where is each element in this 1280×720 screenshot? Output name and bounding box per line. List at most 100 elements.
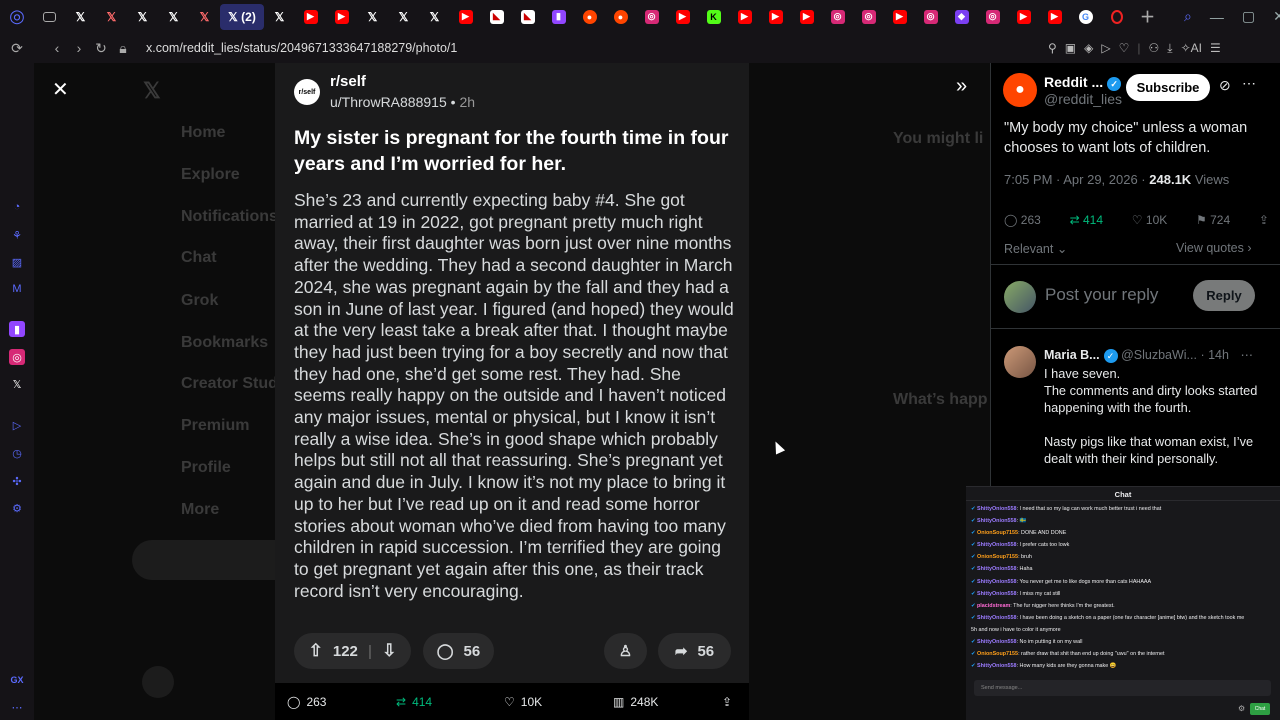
grok-icon[interactable]: ⊘	[1219, 77, 1231, 94]
tab-instagram[interactable]: ◎	[636, 4, 667, 30]
photo-share-button[interactable]: ⇪	[722, 695, 732, 709]
chat-bot-icon[interactable]: ⚘	[9, 227, 25, 243]
shield-icon[interactable]: ◈	[1084, 41, 1093, 55]
chat-username[interactable]: ShittyOnion558	[977, 518, 1017, 524]
tab-app[interactable]: ◆	[946, 4, 977, 30]
chat-username[interactable]: ShittyOnion558	[977, 506, 1017, 512]
tab-instagram[interactable]: ◎	[977, 4, 1008, 30]
subscribe-button[interactable]: Subscribe	[1126, 74, 1210, 101]
chat-username[interactable]: OnionSoup7155	[977, 530, 1018, 536]
tab-x[interactable]: 𝕏	[264, 4, 295, 30]
chat-username[interactable]: placidstream	[977, 603, 1010, 609]
tab-youtube[interactable]: ▶	[326, 4, 357, 30]
history-icon[interactable]: ◷	[9, 445, 25, 461]
chat-username[interactable]: ShittyOnion558	[977, 591, 1017, 597]
reply-input[interactable]: Post your reply	[1045, 285, 1158, 305]
heart-icon[interactable]: ♡	[1119, 41, 1130, 55]
tab-youtube[interactable]: ▶	[667, 4, 698, 30]
reply-submit-button[interactable]: Reply	[1193, 280, 1255, 311]
tab-reddit[interactable]: ●	[605, 4, 636, 30]
collapse-panel-icon[interactable]: »	[956, 75, 967, 98]
tab-youtube[interactable]: ▶	[760, 4, 791, 30]
gx-icon[interactable]: GX	[9, 672, 25, 688]
chat-message-list[interactable]: ✔ ShittyOnion558: I need that so my lag …	[971, 503, 1275, 672]
share-button[interactable]: ⇪	[1259, 213, 1269, 227]
tab-x[interactable]: 𝕏	[65, 4, 96, 30]
tab-youtube[interactable]: ▶	[1039, 4, 1070, 30]
chat-username[interactable]: ShittyOnion558	[977, 579, 1017, 585]
view-quotes-link[interactable]: View quotes ›	[1176, 241, 1252, 255]
minimize-icon[interactable]: —	[1210, 9, 1224, 25]
photo-reply-button[interactable]: ◯ 263	[287, 695, 326, 709]
snapshot-icon[interactable]: ▣	[1065, 41, 1076, 55]
tab-reddit[interactable]: ●	[574, 4, 605, 30]
tab-app[interactable]: ◣	[512, 4, 543, 30]
tab-youtube[interactable]: ▶	[450, 4, 481, 30]
chat-username[interactable]: ShittyOnion558	[977, 663, 1017, 669]
tab-x[interactable]: 𝕏	[357, 4, 388, 30]
pin-icon[interactable]: ⚲	[1048, 41, 1057, 55]
photo-repost-button[interactable]: ⇄ 414	[396, 695, 432, 709]
photo-views-button[interactable]: ▥ 248K	[613, 695, 658, 709]
tab-x[interactable]: 𝕏	[96, 4, 127, 30]
photo-like-button[interactable]: ♡ 10K	[504, 695, 542, 709]
search-icon[interactable]: ⌕	[1184, 8, 1192, 25]
x-logo-icon[interactable]: 𝕏	[9, 376, 25, 392]
forward-icon[interactable]: ›	[68, 40, 90, 56]
tab-google[interactable]: G	[1070, 4, 1101, 30]
url-text[interactable]: x.com/reddit_lies/status/204967133364718…	[146, 41, 457, 55]
music-icon[interactable]: ◔	[9, 199, 25, 215]
extensions-icon[interactable]: ✣	[9, 473, 25, 489]
wallet-icon[interactable]: ⚇	[1149, 41, 1160, 55]
back-icon[interactable]: ‹	[46, 40, 68, 56]
tab-x[interactable]: 𝕏	[388, 4, 419, 30]
repost-button[interactable]: ⇄ 414	[1070, 213, 1103, 227]
tab-opera[interactable]	[1101, 4, 1132, 30]
tab-youtube[interactable]: ▶	[295, 4, 326, 30]
play-icon[interactable]: ▷	[1101, 41, 1110, 55]
tab-twitch[interactable]: ▮	[543, 4, 574, 30]
bookmark-button[interactable]: ⚑ 724	[1196, 213, 1230, 227]
chat-username[interactable]: ShittyOnion558	[977, 566, 1017, 572]
chat-username[interactable]: ShittyOnion558	[977, 542, 1017, 548]
notes-icon[interactable]: ▨	[9, 254, 25, 270]
tab-x[interactable]: 𝕏	[158, 4, 189, 30]
close-icon[interactable]: ✕	[52, 77, 69, 102]
tab-youtube[interactable]: ▶	[1008, 4, 1039, 30]
refresh-icon[interactable]: ↻	[90, 40, 112, 57]
tab-gmail[interactable]	[34, 4, 65, 30]
settings-icon[interactable]: ⚙	[9, 500, 25, 516]
maximize-icon[interactable]: ▢	[1242, 8, 1255, 25]
comment-handle[interactable]: @SluzbaWi...	[1121, 348, 1197, 362]
menu-icon[interactable]: ☰	[1210, 41, 1221, 55]
account-handle[interactable]: @reddit_lies	[1044, 91, 1122, 107]
tab-instagram[interactable]: ◎	[853, 4, 884, 30]
chat-username[interactable]: OnionSoup7155	[977, 651, 1018, 657]
download-icon[interactable]: ⤓	[1167, 41, 1172, 56]
tab-kick[interactable]: K	[698, 4, 729, 30]
chat-input[interactable]: Send message...	[974, 680, 1271, 696]
new-tab-button[interactable]: ＋	[1132, 4, 1163, 30]
tab-app[interactable]: ◣	[481, 4, 512, 30]
chat-username[interactable]: OnionSoup7155	[977, 554, 1018, 560]
comment-avatar[interactable]	[1004, 346, 1036, 378]
like-button[interactable]: ♡ 10K	[1132, 213, 1167, 227]
reddit-avatar-icon[interactable]: ●	[1003, 73, 1037, 107]
more-options-icon[interactable]: ⋯	[1242, 75, 1256, 92]
tab-x[interactable]: 𝕏	[127, 4, 158, 30]
sort-dropdown[interactable]: Relevant ⌄	[1004, 241, 1067, 256]
reload-side-icon[interactable]: ⟳	[6, 40, 28, 57]
chat-send-button[interactable]: Chat	[1250, 703, 1270, 715]
chat-settings-icon[interactable]: ⚙	[1238, 704, 1245, 713]
chat-username[interactable]: ShittyOnion558	[977, 615, 1017, 621]
comment-more-icon[interactable]: ⋯	[1240, 348, 1253, 362]
tab-x[interactable]: 𝕏	[189, 4, 220, 30]
more-icon[interactable]: ⋯	[9, 699, 25, 715]
tab-instagram[interactable]: ◎	[915, 4, 946, 30]
twitch-icon[interactable]: ▮	[9, 321, 25, 337]
chat-username[interactable]: ShittyOnion558	[977, 639, 1017, 645]
close-window-icon[interactable]: ✕	[1273, 8, 1280, 25]
tab-youtube[interactable]: ▶	[884, 4, 915, 30]
player-icon[interactable]: ▷	[9, 417, 25, 433]
reply-button[interactable]: ◯ 263	[1004, 213, 1041, 227]
